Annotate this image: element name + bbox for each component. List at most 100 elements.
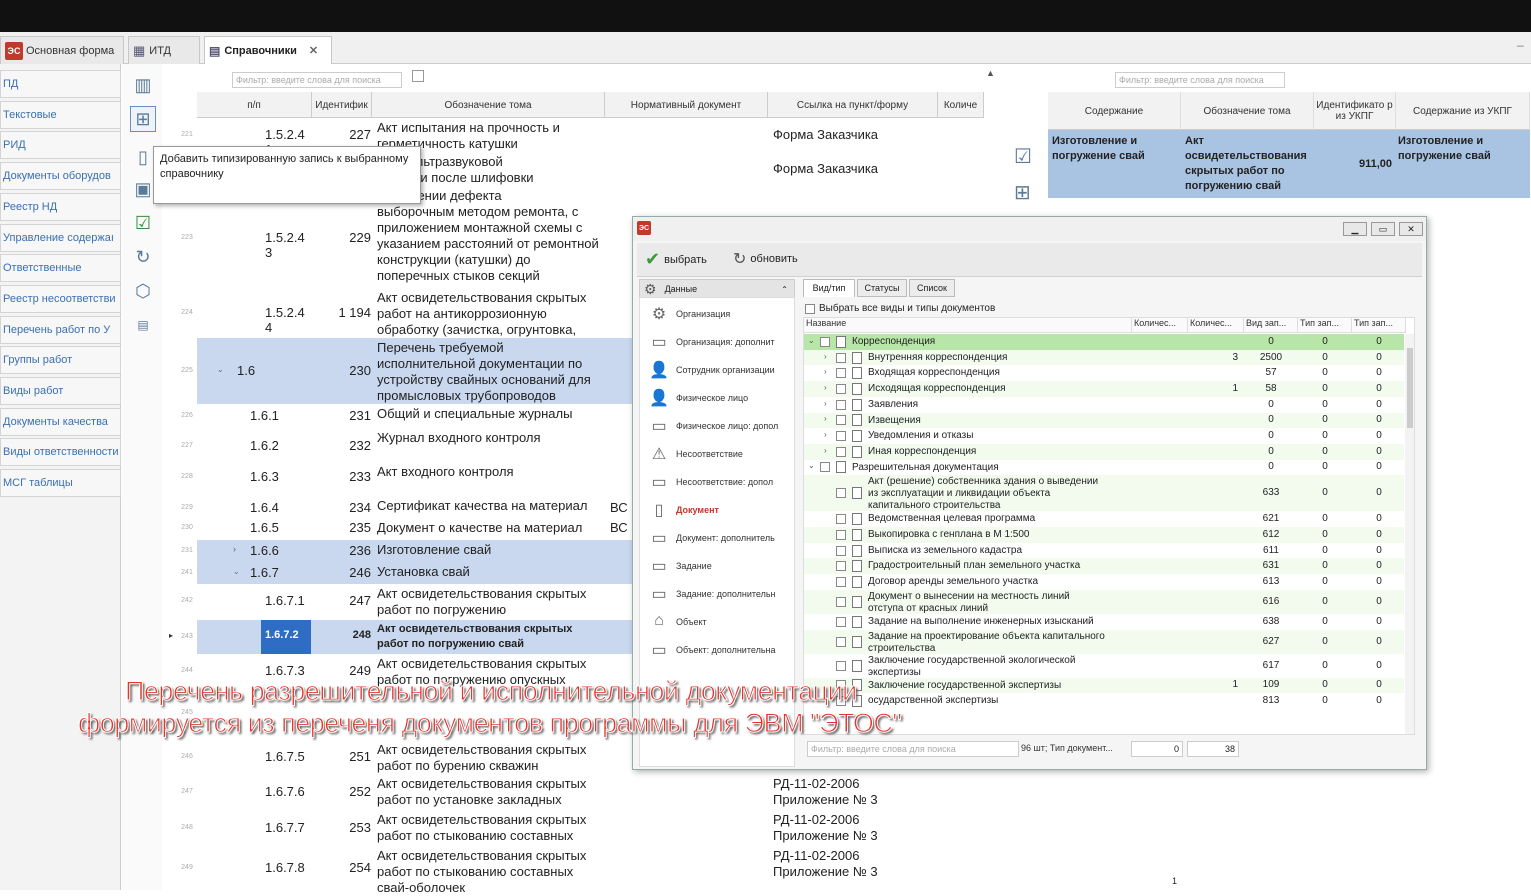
tcol-kind[interactable]: Вид зап... bbox=[1244, 318, 1298, 333]
sidebar-item[interactable]: Документы качества bbox=[0, 407, 121, 436]
tree-row[interactable]: Выкопировка с генплана в М 1:500 612 0 0 bbox=[804, 527, 1404, 543]
tree-row[interactable]: Заключение государственной экологической… bbox=[804, 653, 1404, 678]
select-all-checkbox[interactable] bbox=[805, 303, 815, 314]
dialog-close-button[interactable]: ✕ bbox=[1399, 222, 1423, 236]
package-icon[interactable]: ⬡ bbox=[130, 278, 156, 304]
table-row[interactable]: 247 1.6.7.6 252 Акт освидетельствования … bbox=[181, 774, 984, 810]
col-norm-doc[interactable]: Нормативный документ bbox=[605, 92, 768, 118]
nav-item[interactable]: ▭ Задание bbox=[648, 552, 798, 580]
col-pp[interactable]: п/п bbox=[197, 92, 312, 118]
sidebar-item[interactable]: Перечень работ по У bbox=[0, 315, 121, 344]
sidebar-item[interactable]: Документы оборудов bbox=[0, 162, 121, 191]
collapse-arrow-icon[interactable]: ⌄ bbox=[217, 365, 224, 374]
collapse-arrow-icon[interactable]: ⌄ bbox=[808, 336, 815, 345]
tree-checkbox[interactable] bbox=[836, 352, 846, 363]
sidebar-item[interactable]: Управление содержаı bbox=[0, 223, 121, 252]
tree-checkbox[interactable] bbox=[836, 383, 846, 394]
rcol-ukpg[interactable]: Содержание из УКПГ bbox=[1396, 92, 1530, 130]
tree-checkbox[interactable] bbox=[836, 616, 846, 627]
dialog-maximize-button[interactable]: ▭ bbox=[1371, 222, 1395, 236]
tree-checkbox[interactable] bbox=[836, 446, 846, 457]
tree-checkbox[interactable] bbox=[836, 576, 846, 587]
col-count[interactable]: Количе bbox=[938, 92, 984, 118]
sidebar-item[interactable]: Ответственные bbox=[0, 254, 121, 283]
tree-row[interactable]: ⌄ Разрешительная документация 0 0 0 bbox=[804, 459, 1404, 476]
dialog-filter-input[interactable]: Фильтр: введите слова для поиска bbox=[807, 741, 1019, 757]
nav-item[interactable]: 👤 Сотрудник организации bbox=[648, 356, 798, 384]
sidebar-item[interactable]: Виды ответственности bbox=[0, 438, 121, 467]
nav-item[interactable]: ▭ Документ: дополнитель bbox=[648, 524, 798, 552]
nav-header[interactable]: ⚙ Данные ⌃ bbox=[639, 279, 795, 299]
tree-row[interactable]: › Извещения 0 0 0 bbox=[804, 412, 1404, 429]
main-filter-input[interactable]: Фильтр: введите слова для поиска bbox=[232, 72, 402, 88]
close-tab-icon[interactable]: ✕ bbox=[309, 44, 318, 57]
expand-arrow-icon[interactable]: › bbox=[824, 414, 827, 423]
tree-checkbox[interactable] bbox=[820, 336, 830, 347]
col-id[interactable]: Идентифик bbox=[312, 92, 372, 118]
right-table-row[interactable]: Изготовление и погружение свай Акт освид… bbox=[1048, 130, 1530, 198]
collapse-arrow-icon[interactable]: ⌄ bbox=[808, 461, 815, 470]
nav-item[interactable]: ▭ Задание: дополнительн bbox=[648, 580, 798, 608]
nav-item[interactable]: ⚙ Организация bbox=[648, 300, 798, 328]
tab-itd[interactable]: ▦ ИТД bbox=[128, 36, 200, 64]
tree-row[interactable]: Заключение государственной экспертизы 1 10… bbox=[804, 677, 1404, 694]
save-check-icon[interactable]: ☑ bbox=[130, 210, 156, 236]
table-row[interactable]: 249 1.6.7.8 254 Акт освидетельствования … bbox=[181, 846, 984, 895]
tree-row[interactable]: › Входящая корреспонденция 57 0 0 bbox=[804, 365, 1404, 382]
tree-row[interactable]: осударственной экспертизы 813 0 0 bbox=[804, 693, 1404, 709]
expand-arrow-icon[interactable]: › bbox=[824, 367, 827, 376]
sidebar-item[interactable]: Реестр несоответстви bbox=[0, 284, 121, 313]
tree-row[interactable]: › Внутренняя корреспонденция 3 2500 0 0 bbox=[804, 349, 1404, 366]
sidebar-item[interactable]: Текстовые bbox=[0, 100, 121, 129]
add-document-icon[interactable]: ⊞ bbox=[1014, 180, 1031, 205]
sidebar-item[interactable]: Реестр НД bbox=[0, 192, 121, 221]
rcol-ident[interactable]: Идентификато р из УКПГ bbox=[1314, 92, 1396, 130]
tree-checkbox[interactable] bbox=[836, 596, 846, 607]
tree-checkbox[interactable] bbox=[836, 514, 846, 525]
tree-scrollbar[interactable] bbox=[1405, 334, 1414, 734]
filter-clear-icon[interactable] bbox=[412, 70, 424, 82]
expand-arrow-icon[interactable]: › bbox=[824, 352, 827, 361]
tcol-count2[interactable]: Количес... bbox=[1188, 318, 1244, 333]
tree-row[interactable]: Выписка из земельного кадастра 611 0 0 bbox=[804, 542, 1404, 559]
rcol-content[interactable]: Содержание bbox=[1048, 92, 1181, 130]
col-link[interactable]: Ссылка на пункт/форму bbox=[768, 92, 938, 118]
tcol-name[interactable]: Название bbox=[804, 318, 1132, 333]
add-record-button[interactable]: ⊞ bbox=[130, 106, 156, 132]
export-xlsx-icon[interactable]: ▤ bbox=[130, 312, 156, 338]
expand-arrow-icon[interactable]: › bbox=[824, 430, 827, 439]
tree-checkbox[interactable] bbox=[836, 431, 846, 442]
tcol-type2[interactable]: Тип зап... bbox=[1352, 318, 1406, 333]
expand-arrow-icon[interactable]: › bbox=[824, 446, 827, 455]
tab-references[interactable]: ▤ Справочники ✕ bbox=[204, 36, 332, 64]
minimize-icon[interactable]: – bbox=[1517, 38, 1524, 52]
sidebar-item[interactable]: МСГ таблицы bbox=[0, 469, 121, 498]
expand-arrow-icon[interactable]: › bbox=[233, 544, 236, 554]
tree-row[interactable]: Задание на выполнение инженерных изыскан… bbox=[804, 613, 1404, 630]
tree-checkbox[interactable] bbox=[836, 399, 846, 410]
scroll-thumb[interactable] bbox=[1407, 348, 1413, 428]
sidebar-item[interactable]: Виды работ bbox=[0, 377, 121, 405]
tab-type[interactable]: Вид/тип bbox=[803, 279, 855, 297]
nav-item[interactable]: ▯ Документ bbox=[648, 496, 798, 524]
tcol-count1[interactable]: Количес... bbox=[1132, 318, 1188, 333]
tab-list[interactable]: Список bbox=[909, 279, 955, 297]
refresh-icon[interactable]: ↻ bbox=[130, 244, 156, 270]
rcol-tom[interactable]: Обозначение тома bbox=[1181, 92, 1314, 130]
col-tom[interactable]: Обозначение тома bbox=[372, 92, 605, 118]
expand-arrow-icon[interactable]: › bbox=[824, 383, 827, 392]
nav-item[interactable]: ▭ Объект: дополнительна bbox=[648, 636, 798, 664]
tree-checkbox[interactable] bbox=[836, 660, 846, 671]
checklist-icon[interactable]: ☑ bbox=[1014, 144, 1032, 169]
table-row[interactable]: 248 1.6.7.7 253 Акт освидетельствования … bbox=[181, 810, 984, 846]
nav-item[interactable]: ⚠ Несоответствие bbox=[648, 440, 798, 468]
tree-row[interactable]: › Исходящая корреспонденция 1 58 0 0 bbox=[804, 381, 1404, 397]
nav-item[interactable]: ⌂ Объект bbox=[648, 608, 798, 636]
refresh-button[interactable]: ↻ обновить bbox=[733, 249, 798, 269]
tree-checkbox[interactable] bbox=[836, 529, 846, 540]
tree-checkbox[interactable] bbox=[836, 488, 846, 499]
tree-row[interactable]: Ведомственная целевая программа 621 0 0 bbox=[804, 511, 1404, 527]
right-filter-input[interactable]: Фильтр: введите слова для поиска bbox=[1115, 72, 1285, 88]
tree-row[interactable]: Акт (решение) собственника здания о выве… bbox=[804, 475, 1404, 512]
nav-item[interactable]: ▭ Физическое лицо: допол bbox=[648, 412, 798, 440]
